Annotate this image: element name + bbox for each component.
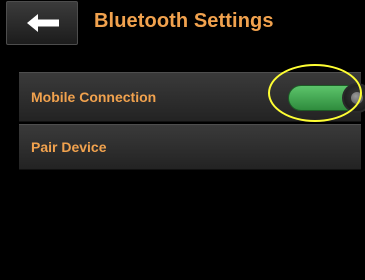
mobile-connection-toggle[interactable] [284, 83, 365, 113]
setting-label-pair-device: Pair Device [31, 139, 107, 155]
header-bar: Bluetooth Settings [0, 0, 365, 48]
setting-row-pair-device[interactable]: Pair Device [19, 124, 361, 170]
arrow-left-icon [27, 14, 59, 32]
back-button[interactable] [6, 1, 78, 45]
setting-row-mobile-connection[interactable]: Mobile Connection [19, 72, 365, 122]
page-title: Bluetooth Settings [94, 10, 274, 32]
toggle-knob [342, 83, 365, 113]
setting-label-mobile-connection: Mobile Connection [31, 89, 157, 105]
